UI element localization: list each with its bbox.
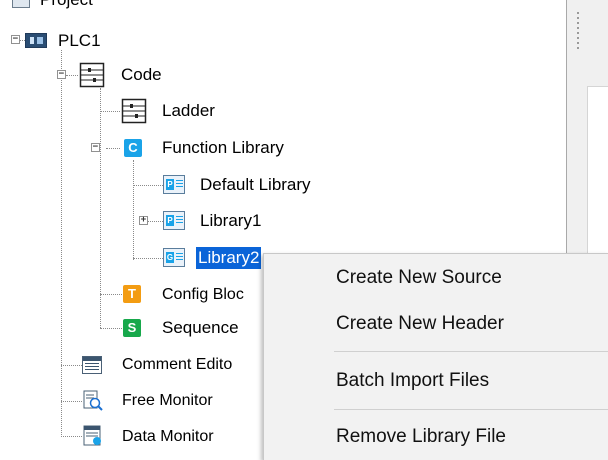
tree-connector [100,111,120,112]
tree-connector [61,365,82,366]
tree-connector [61,50,62,435]
context-menu: Create New Source Create New Header Batc… [263,253,608,460]
tree-connector [61,401,82,402]
splitter-grip[interactable] [577,12,579,52]
library-file-icon: P [163,175,185,194]
plc-icon [25,33,47,48]
tree-connector [133,258,163,259]
tree-connector [148,221,163,222]
sequence-label[interactable]: Sequence [162,317,239,339]
menu-separator [334,351,608,352]
tree-connector [133,185,163,186]
create-new-header-item[interactable]: Create New Header [336,312,504,336]
ladder-code-icon [79,62,105,88]
tree-connector [100,328,122,329]
tree-connector [66,75,78,76]
free-monitor-icon [82,390,104,412]
remove-library-file-item[interactable]: Remove Library File [336,425,506,449]
config-block-icon: T [123,285,141,303]
expand-toggle[interactable]: + [139,216,148,225]
function-library-icon: C [124,139,142,157]
create-new-source-item[interactable]: Create New Source [336,266,502,290]
tree-connector [61,436,82,437]
data-monitor-icon [82,425,104,447]
comment-editor-icon [82,356,102,374]
tree-connector [100,294,122,295]
library2-label[interactable]: Library2 [196,247,262,269]
data-monitor-label[interactable]: Data Monitor [122,426,214,448]
ladder-icon [121,98,147,124]
collapse-toggle[interactable]: − [11,35,20,44]
sequence-icon: S [123,319,141,337]
menu-separator [334,409,608,410]
default-library-label[interactable]: Default Library [200,174,311,196]
collapse-toggle[interactable]: − [91,143,100,152]
plc-label[interactable]: PLC1 [58,30,101,52]
code-label[interactable]: Code [121,64,162,86]
batch-import-files-item[interactable]: Batch Import Files [336,369,489,393]
tree-connector [100,88,101,328]
function-library-label[interactable]: Function Library [162,137,284,159]
project-icon [12,0,30,8]
comment-editor-label[interactable]: Comment Edito [122,354,232,376]
tree-connector [106,148,120,149]
library1-label[interactable]: Library1 [200,210,261,232]
free-monitor-label[interactable]: Free Monitor [122,390,213,412]
ladder-label[interactable]: Ladder [162,100,215,122]
library-file-icon: P [163,211,185,230]
config-block-label[interactable]: Config Bloc [162,284,244,306]
collapse-toggle[interactable]: − [57,70,66,79]
project-label[interactable]: Project [40,0,93,11]
tree-connector [133,160,134,260]
library-file-icon: G [163,248,185,267]
